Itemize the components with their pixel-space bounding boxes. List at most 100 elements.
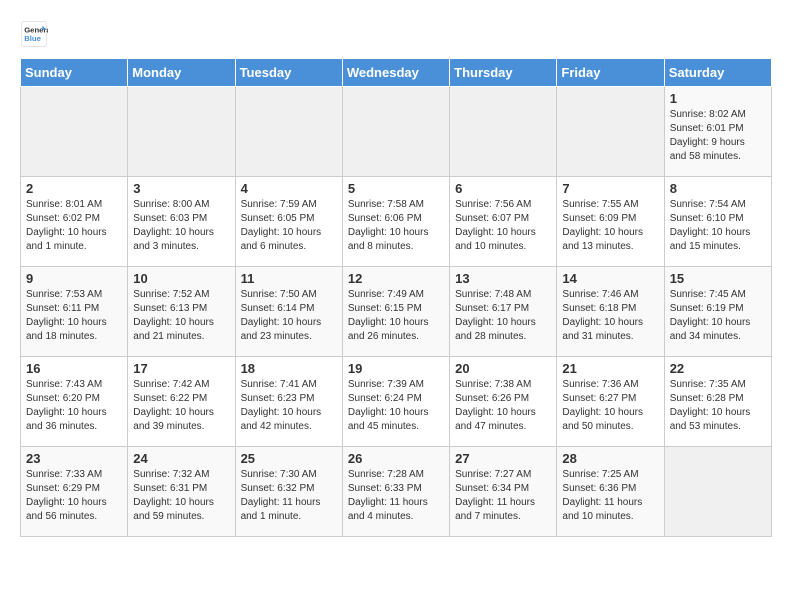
calendar-week-row: 1 Sunrise: 8:02 AM Sunset: 6:01 PM Daylig… <box>21 87 772 177</box>
logo-icon: General Blue <box>20 20 48 48</box>
day-info: Sunrise: 7:52 AM Sunset: 6:13 PM Dayligh… <box>133 288 229 344</box>
weekday-header: Wednesday <box>342 59 449 87</box>
weekday-header: Saturday <box>664 59 771 87</box>
calendar-cell: 1 Sunrise: 8:02 AM Sunset: 6:01 PM Daylig… <box>664 87 771 177</box>
calendar-cell: 6 Sunrise: 7:56 AM Sunset: 6:07 PM Daylig… <box>450 177 557 267</box>
day-number: 14 <box>562 271 658 286</box>
calendar-cell <box>21 87 128 177</box>
calendar-cell: 27 Sunrise: 7:27 AM Sunset: 6:34 PM Dayli… <box>450 447 557 537</box>
day-number: 11 <box>241 271 337 286</box>
day-info: Sunrise: 7:56 AM Sunset: 6:07 PM Dayligh… <box>455 198 551 254</box>
calendar-cell: 17 Sunrise: 7:42 AM Sunset: 6:22 PM Dayli… <box>128 357 235 447</box>
calendar-cell: 18 Sunrise: 7:41 AM Sunset: 6:23 PM Dayli… <box>235 357 342 447</box>
day-info: Sunrise: 7:28 AM Sunset: 6:33 PM Dayligh… <box>348 468 444 524</box>
calendar-table: SundayMondayTuesdayWednesdayThursdayFrid… <box>20 58 772 537</box>
calendar-cell: 10 Sunrise: 7:52 AM Sunset: 6:13 PM Dayli… <box>128 267 235 357</box>
calendar-cell <box>664 447 771 537</box>
day-info: Sunrise: 7:55 AM Sunset: 6:09 PM Dayligh… <box>562 198 658 254</box>
calendar-cell <box>128 87 235 177</box>
day-number: 8 <box>670 181 766 196</box>
calendar-cell: 8 Sunrise: 7:54 AM Sunset: 6:10 PM Daylig… <box>664 177 771 267</box>
day-info: Sunrise: 7:59 AM Sunset: 6:05 PM Dayligh… <box>241 198 337 254</box>
weekday-header: Monday <box>128 59 235 87</box>
day-number: 2 <box>26 181 122 196</box>
day-info: Sunrise: 7:27 AM Sunset: 6:34 PM Dayligh… <box>455 468 551 524</box>
day-number: 1 <box>670 91 766 106</box>
day-info: Sunrise: 7:33 AM Sunset: 6:29 PM Dayligh… <box>26 468 122 524</box>
day-info: Sunrise: 7:43 AM Sunset: 6:20 PM Dayligh… <box>26 378 122 434</box>
day-number: 6 <box>455 181 551 196</box>
day-info: Sunrise: 8:01 AM Sunset: 6:02 PM Dayligh… <box>26 198 122 254</box>
day-info: Sunrise: 8:02 AM Sunset: 6:01 PM Dayligh… <box>670 108 766 164</box>
day-info: Sunrise: 7:25 AM Sunset: 6:36 PM Dayligh… <box>562 468 658 524</box>
day-info: Sunrise: 7:42 AM Sunset: 6:22 PM Dayligh… <box>133 378 229 434</box>
calendar-cell: 9 Sunrise: 7:53 AM Sunset: 6:11 PM Daylig… <box>21 267 128 357</box>
calendar-cell: 5 Sunrise: 7:58 AM Sunset: 6:06 PM Daylig… <box>342 177 449 267</box>
day-info: Sunrise: 7:32 AM Sunset: 6:31 PM Dayligh… <box>133 468 229 524</box>
day-info: Sunrise: 7:36 AM Sunset: 6:27 PM Dayligh… <box>562 378 658 434</box>
calendar-cell <box>235 87 342 177</box>
day-info: Sunrise: 7:46 AM Sunset: 6:18 PM Dayligh… <box>562 288 658 344</box>
day-info: Sunrise: 7:30 AM Sunset: 6:32 PM Dayligh… <box>241 468 337 524</box>
calendar-cell: 11 Sunrise: 7:50 AM Sunset: 6:14 PM Dayli… <box>235 267 342 357</box>
day-info: Sunrise: 7:48 AM Sunset: 6:17 PM Dayligh… <box>455 288 551 344</box>
calendar-cell: 15Sunrise: 7:45 AM Sunset: 6:19 PM Dayli… <box>664 267 771 357</box>
calendar-cell: 3 Sunrise: 8:00 AM Sunset: 6:03 PM Daylig… <box>128 177 235 267</box>
day-info: Sunrise: 7:50 AM Sunset: 6:14 PM Dayligh… <box>241 288 337 344</box>
day-info: Sunrise: 7:35 AM Sunset: 6:28 PM Dayligh… <box>670 378 766 434</box>
day-number: 27 <box>455 451 551 466</box>
day-number: 4 <box>241 181 337 196</box>
calendar-cell: 2 Sunrise: 8:01 AM Sunset: 6:02 PM Daylig… <box>21 177 128 267</box>
day-info: Sunrise: 7:54 AM Sunset: 6:10 PM Dayligh… <box>670 198 766 254</box>
calendar-cell: 12 Sunrise: 7:49 AM Sunset: 6:15 PM Dayli… <box>342 267 449 357</box>
weekday-header: Thursday <box>450 59 557 87</box>
calendar-cell: 26Sunrise: 7:28 AM Sunset: 6:33 PM Dayli… <box>342 447 449 537</box>
day-number: 5 <box>348 181 444 196</box>
day-info: Sunrise: 7:39 AM Sunset: 6:24 PM Dayligh… <box>348 378 444 434</box>
day-info: Sunrise: 7:45 AM Sunset: 6:19 PM Dayligh… <box>670 288 766 344</box>
weekday-header: Tuesday <box>235 59 342 87</box>
calendar-cell: 24Sunrise: 7:32 AM Sunset: 6:31 PM Dayli… <box>128 447 235 537</box>
calendar-cell: 16 Sunrise: 7:43 AM Sunset: 6:20 PM Dayli… <box>21 357 128 447</box>
day-number: 9 <box>26 271 122 286</box>
day-number: 21 <box>562 361 658 376</box>
logo: General Blue <box>20 20 52 48</box>
day-number: 3 <box>133 181 229 196</box>
calendar-cell: 22 Sunrise: 7:35 AM Sunset: 6:28 PM Dayli… <box>664 357 771 447</box>
calendar-week-row: 16 Sunrise: 7:43 AM Sunset: 6:20 PM Dayli… <box>21 357 772 447</box>
calendar-cell <box>450 87 557 177</box>
day-number: 18 <box>241 361 337 376</box>
day-number: 7 <box>562 181 658 196</box>
calendar-cell: 28Sunrise: 7:25 AM Sunset: 6:36 PM Dayli… <box>557 447 664 537</box>
day-number: 23 <box>26 451 122 466</box>
day-number: 22 <box>670 361 766 376</box>
calendar-cell: 25Sunrise: 7:30 AM Sunset: 6:32 PM Dayli… <box>235 447 342 537</box>
day-info: Sunrise: 7:41 AM Sunset: 6:23 PM Dayligh… <box>241 378 337 434</box>
day-info: Sunrise: 7:49 AM Sunset: 6:15 PM Dayligh… <box>348 288 444 344</box>
weekday-header: Sunday <box>21 59 128 87</box>
day-number: 20 <box>455 361 551 376</box>
day-info: Sunrise: 7:53 AM Sunset: 6:11 PM Dayligh… <box>26 288 122 344</box>
weekday-header: Friday <box>557 59 664 87</box>
calendar-cell: 23 Sunrise: 7:33 AM Sunset: 6:29 PM Dayli… <box>21 447 128 537</box>
weekday-header-row: SundayMondayTuesdayWednesdayThursdayFrid… <box>21 59 772 87</box>
day-number: 19 <box>348 361 444 376</box>
day-number: 13 <box>455 271 551 286</box>
calendar-cell <box>342 87 449 177</box>
day-number: 16 <box>26 361 122 376</box>
calendar-week-row: 2 Sunrise: 8:01 AM Sunset: 6:02 PM Daylig… <box>21 177 772 267</box>
header: General Blue <box>20 20 772 48</box>
calendar-week-row: 23 Sunrise: 7:33 AM Sunset: 6:29 PM Dayli… <box>21 447 772 537</box>
day-number: 17 <box>133 361 229 376</box>
svg-text:General: General <box>24 26 48 35</box>
day-info: Sunrise: 7:38 AM Sunset: 6:26 PM Dayligh… <box>455 378 551 434</box>
calendar-cell: 7 Sunrise: 7:55 AM Sunset: 6:09 PM Daylig… <box>557 177 664 267</box>
day-number: 10 <box>133 271 229 286</box>
calendar-cell: 14 Sunrise: 7:46 AM Sunset: 6:18 PM Dayli… <box>557 267 664 357</box>
day-number: 12 <box>348 271 444 286</box>
day-info: Sunrise: 8:00 AM Sunset: 6:03 PM Dayligh… <box>133 198 229 254</box>
calendar-cell: 4 Sunrise: 7:59 AM Sunset: 6:05 PM Daylig… <box>235 177 342 267</box>
calendar-cell: 13 Sunrise: 7:48 AM Sunset: 6:17 PM Dayli… <box>450 267 557 357</box>
calendar-week-row: 9 Sunrise: 7:53 AM Sunset: 6:11 PM Daylig… <box>21 267 772 357</box>
day-info: Sunrise: 7:58 AM Sunset: 6:06 PM Dayligh… <box>348 198 444 254</box>
